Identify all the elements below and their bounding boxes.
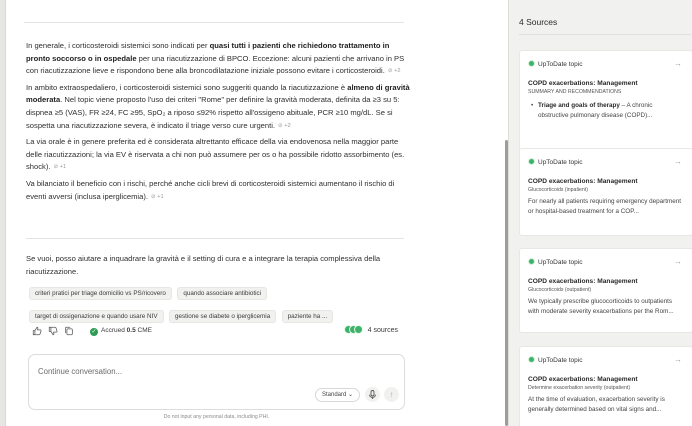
panel-divider [519, 34, 691, 35]
arrow-right-icon[interactable]: → [674, 157, 682, 166]
suggestion-chips: criteri pratici per triage domicilio vs … [29, 282, 409, 328]
source-card-excerpt: Triage and goals of therapy – A chronic … [528, 101, 684, 120]
source-card[interactable]: UpToDate topic → COPD exacerbations: Man… [519, 346, 692, 426]
chat-main: In generale, i corticosteroidi sistemici… [6, 0, 508, 426]
privacy-disclaimer: Do not input any personal data, includin… [163, 414, 270, 420]
source-card-subtitle: Glucocorticoids (inpatient) [528, 187, 588, 193]
uptodate-logo-icon [528, 60, 535, 67]
source-card-header: UpToDate topic → [528, 257, 684, 272]
arrow-right-icon[interactable]: → [674, 257, 682, 266]
mode-select[interactable]: Standard ⌄ [315, 388, 361, 402]
uptodate-logo-icon [528, 356, 535, 363]
arrow-right-icon[interactable]: → [674, 355, 682, 364]
assistant-answer: In generale, i corticosteroidi sistemici… [26, 40, 412, 207]
source-card[interactable]: UpToDate topic → COPD exacerbations: Man… [519, 148, 692, 236]
send-button[interactable]: ↑ [384, 387, 399, 402]
check-circle-icon: ✓ [90, 328, 98, 336]
chevron-down-icon: ⌄ [348, 392, 354, 398]
source-card[interactable]: UpToDate topic → COPD exacerbations: Man… [519, 50, 692, 151]
followup-text: Se vuoi, posso aiutare a inquadrare la g… [26, 254, 381, 276]
source-card-subtitle: SUMMARY AND RECOMMENDATIONS [528, 89, 622, 95]
uptodate-logo-icon [528, 158, 535, 165]
microphone-button[interactable] [365, 387, 380, 402]
source-card-title: COPD exacerbations: Management [528, 178, 638, 185]
sources-panel-title: 4 Sources [519, 17, 558, 27]
top-divider [24, 22, 404, 23]
composer: Standard ⌄ ↑ [28, 354, 405, 410]
source-card-header: UpToDate topic → [528, 157, 684, 172]
cme-status: ✓ Accrued 0.5 CME [90, 327, 152, 336]
source-dot-icon [353, 325, 363, 334]
conversation-input[interactable] [38, 363, 278, 379]
source-card[interactable]: UpToDate topic → COPD exacerbations: Man… [519, 248, 692, 333]
answer-paragraph-2: In ambito extraospedaliero, i corticoste… [26, 82, 412, 132]
suggestion-chip[interactable]: gestione se diabete o iperglicemia [168, 310, 277, 323]
source-card-title: COPD exacerbations: Management [528, 278, 638, 285]
source-card-title: COPD exacerbations: Management [528, 376, 638, 383]
thumbs-down-icon[interactable] [48, 326, 58, 336]
suggestion-chip[interactable]: criteri pratici per triage domicilio vs … [29, 287, 172, 300]
answer-divider [26, 238, 404, 239]
source-card-header: UpToDate topic → [528, 355, 684, 370]
source-card-excerpt: We typically prescribe glucocorticoids t… [528, 298, 674, 315]
source-card-title: COPD exacerbations: Management [528, 80, 638, 87]
answer-paragraph-3: La via orale è in genere preferita ed è … [26, 136, 412, 174]
source-card-excerpt: For nearly all patients requiring emerge… [528, 198, 681, 215]
suggestion-chip[interactable]: paziente ha ... [281, 310, 334, 323]
source-card-subtitle: Determine exacerbation severity (outpati… [528, 385, 631, 391]
sources-button[interactable]: 4 sources [343, 325, 398, 334]
sources-panel: 4 Sources UpToDate topic → COPD exacerba… [508, 0, 692, 426]
answer-paragraph-4: Va bilanciato il beneficio con i rischi,… [26, 178, 412, 203]
source-card-subtitle: Glucocorticoids (outpatient) [528, 287, 592, 293]
send-arrow-icon: ↑ [389, 390, 394, 399]
answer-paragraph-1: In generale, i corticosteroidi sistemici… [26, 40, 412, 78]
answer-actions: ✓ Accrued 0.5 CME 4 sources [32, 325, 404, 339]
arrow-right-icon[interactable]: → [674, 59, 682, 68]
citation-badge[interactable]: ⊘ +1 [53, 161, 66, 174]
citation-badge[interactable]: ⊘ +2 [278, 120, 291, 133]
suggestion-chip[interactable]: quando associare antibiotici [177, 287, 268, 300]
microphone-icon [369, 390, 376, 399]
source-card-header: UpToDate topic → [528, 59, 684, 74]
source-card-excerpt: At the time of evaluation, exacerbation … [528, 396, 665, 413]
thumbs-up-icon[interactable] [32, 326, 42, 336]
citation-badge[interactable]: ⊘ +1 [151, 191, 164, 204]
suggestion-chip[interactable]: target di ossigenazione e quando usare N… [29, 310, 164, 323]
citation-badge[interactable]: ⊘ +2 [388, 65, 401, 78]
uptodate-logo-icon [528, 258, 535, 265]
copy-icon[interactable] [64, 326, 74, 336]
